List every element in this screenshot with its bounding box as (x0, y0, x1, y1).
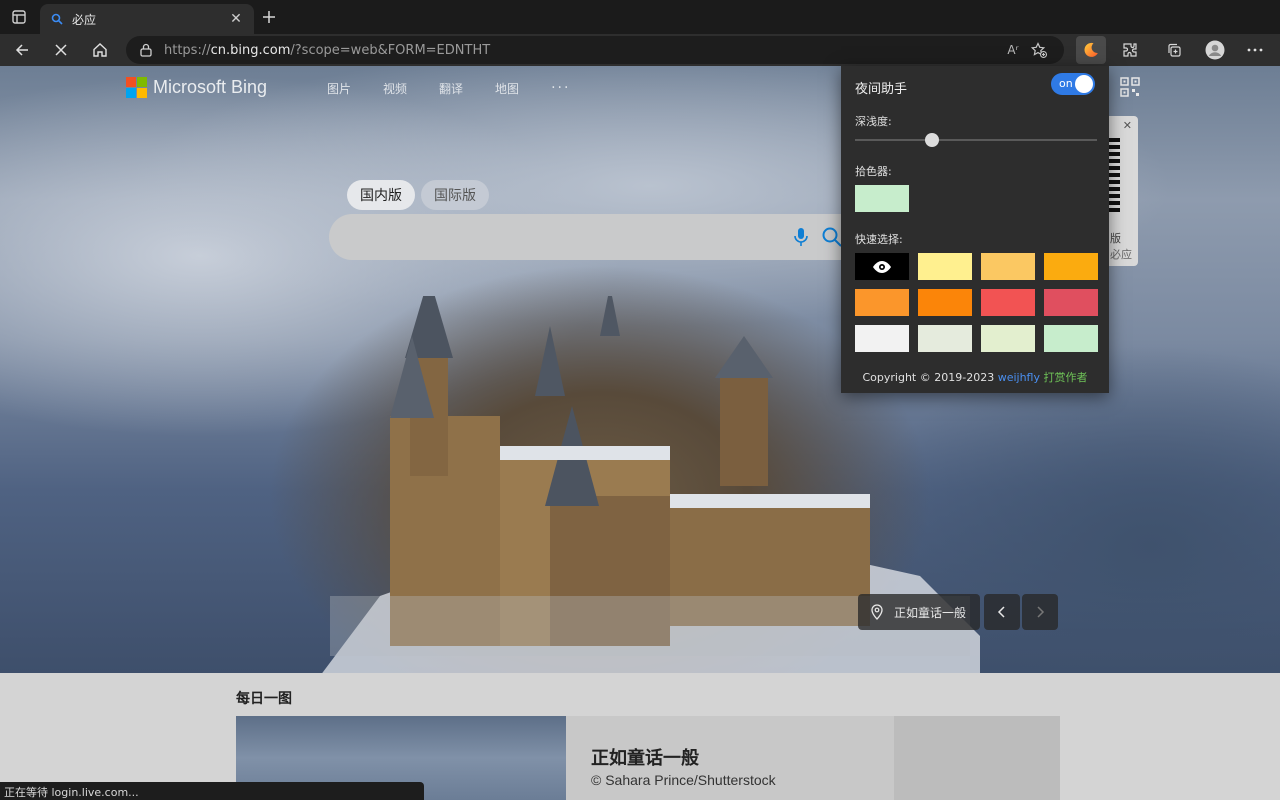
color-swatch[interactable] (1044, 325, 1098, 352)
night-assistant-popup: 夜间助手 on 深浅度: 拾色器: 快速选择: Copyright © 2019… (841, 66, 1109, 393)
quick-select-label: 快速选择: (855, 233, 903, 246)
bing-nav: 图片 视频 翻译 地图 ··· (327, 80, 570, 97)
picked-color-swatch[interactable] (855, 185, 909, 212)
location-pin-icon (870, 604, 884, 620)
location-text: 正如童话一般 (894, 605, 967, 620)
color-swatch[interactable] (981, 289, 1035, 316)
color-swatch[interactable] (855, 289, 909, 316)
close-icon[interactable]: ✕ (1123, 119, 1132, 132)
microphone-icon[interactable] (791, 226, 811, 248)
nav-translate[interactable]: 翻译 (439, 80, 463, 97)
logo-square (137, 88, 147, 98)
search-icon[interactable] (821, 226, 843, 248)
microsoft-logo-icon (126, 77, 147, 98)
nav-maps[interactable]: 地图 (495, 80, 519, 97)
night-mode-toggle[interactable]: on (1051, 73, 1095, 95)
nav-videos[interactable]: 视频 (383, 80, 407, 97)
status-bar: 正在等待 login.live.com... (0, 782, 424, 800)
tab-title: 必应 (72, 12, 97, 27)
daily-image-credit: © Sahara Prince/Shutterstock (591, 772, 776, 788)
color-swatch[interactable] (1044, 289, 1098, 316)
active-tab[interactable]: 必应 ✕ (40, 4, 254, 34)
toggle-knob (1075, 75, 1093, 93)
url-text[interactable]: https://cn.bing.com/?scope=web&FORM=EDNT… (164, 43, 1000, 58)
daily-image-heading: 正如童话一般 (591, 748, 699, 769)
tab-bar: 必应 ✕ (0, 0, 1280, 34)
color-picker-label: 拾色器: (855, 165, 892, 178)
logo-square (137, 77, 147, 87)
qr-card-label-top: 版 (1110, 232, 1121, 245)
color-swatch[interactable] (918, 325, 972, 352)
logo-square (126, 77, 136, 87)
logo-square (126, 88, 136, 98)
night-assistant-extension-icon[interactable] (1076, 36, 1106, 64)
depth-label: 深浅度: (855, 115, 892, 128)
search-favicon-icon (50, 12, 64, 26)
chevron-left-icon (997, 606, 1005, 618)
url-scheme: https:// (164, 42, 211, 58)
scope-domestic-button[interactable]: 国内版 (347, 180, 415, 210)
color-swatch[interactable] (981, 253, 1035, 280)
qr-card-label-bottom: 必应 (1110, 248, 1132, 261)
tab-actions-icon[interactable] (8, 6, 30, 28)
lock-icon[interactable] (138, 42, 154, 58)
tab-close-icon[interactable]: ✕ (228, 11, 244, 27)
popup-title: 夜间助手 (855, 82, 908, 97)
scope-international-button[interactable]: 国际版 (421, 180, 489, 210)
color-swatch[interactable] (1044, 253, 1098, 280)
more-menu-icon[interactable] (1241, 36, 1269, 64)
new-tab-icon[interactable] (258, 6, 280, 28)
color-swatch[interactable] (918, 289, 972, 316)
depth-slider-handle[interactable] (925, 133, 940, 147)
url-host: cn.bing.com (210, 42, 291, 58)
toggle-label: on (1059, 77, 1073, 90)
eye-icon (873, 260, 891, 273)
stop-loading-icon[interactable] (47, 36, 75, 64)
back-icon[interactable] (8, 36, 36, 64)
region-scope-switch: 国内版 国际版 (347, 180, 489, 210)
next-image-button[interactable] (1022, 594, 1058, 630)
logo-text: Microsoft Bing (153, 77, 268, 97)
depth-slider-track[interactable] (855, 139, 1097, 141)
copyright-text: Copyright © 2019-2023 (862, 371, 995, 384)
bing-logo[interactable]: Microsoft Bing (126, 77, 267, 98)
daily-image-side-panel (894, 716, 1060, 800)
author-link[interactable]: weijhfly (998, 371, 1040, 384)
daily-image-section-title: 每日一图 (236, 691, 292, 707)
url-path: /?scope=web&FORM=EDNTHT (290, 42, 491, 58)
chevron-right-icon (1037, 606, 1045, 618)
color-swatch[interactable] (981, 325, 1035, 352)
previous-image-button[interactable] (984, 594, 1020, 630)
home-icon[interactable] (86, 36, 114, 64)
add-favorite-icon[interactable] (1026, 39, 1052, 61)
collections-icon[interactable] (1160, 36, 1188, 64)
browser-toolbar: https://cn.bing.com/?scope=web&FORM=EDNT… (0, 34, 1280, 66)
nav-more-button[interactable]: ··· (551, 80, 570, 97)
nav-images[interactable]: 图片 (327, 80, 351, 97)
qr-code-icon[interactable] (1120, 77, 1140, 97)
copyright-line: Copyright © 2019-2023 weijhfly 打赏作者 (841, 369, 1109, 385)
quick-select-swatches (855, 253, 1098, 352)
color-swatch[interactable] (855, 253, 909, 280)
image-location-button[interactable]: 正如童话一般 (858, 594, 980, 630)
extensions-icon[interactable] (1116, 36, 1144, 64)
search-input[interactable] (329, 214, 889, 260)
address-bar[interactable]: https://cn.bing.com/?scope=web&FORM=EDNT… (126, 36, 1064, 64)
donate-link[interactable]: 打赏作者 (1044, 371, 1088, 384)
color-swatch[interactable] (918, 253, 972, 280)
profile-avatar-icon[interactable] (1201, 36, 1229, 64)
read-aloud-icon[interactable]: Aʳ (1000, 39, 1026, 61)
color-swatch[interactable] (855, 325, 909, 352)
